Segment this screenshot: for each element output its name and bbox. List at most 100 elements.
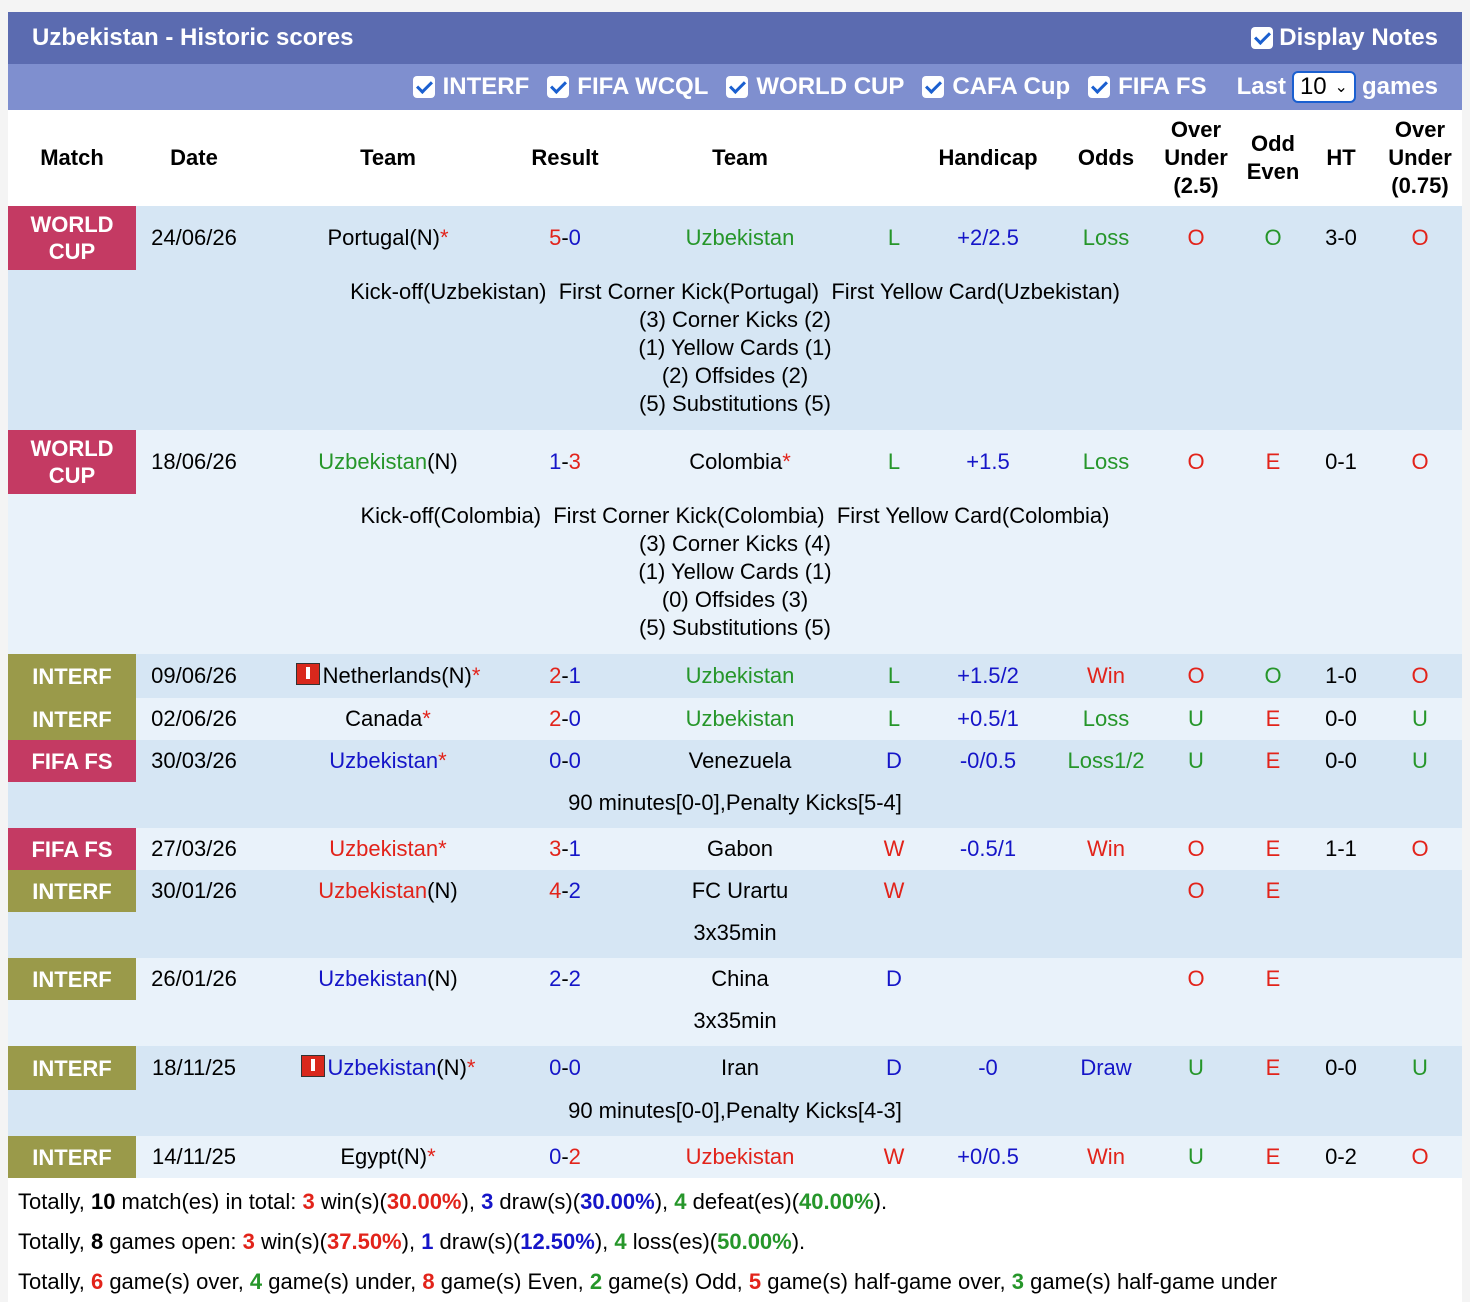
match-result[interactable]: 2-1 bbox=[524, 654, 606, 698]
display-notes-toggle[interactable]: Display Notes bbox=[1251, 24, 1438, 52]
competition-badge[interactable]: WORLD CUP bbox=[8, 430, 136, 494]
half-time: 1-1 bbox=[1304, 828, 1378, 870]
competition-badge[interactable]: INTERF bbox=[8, 1136, 136, 1178]
match-date: 18/11/25 bbox=[136, 1046, 252, 1090]
filter-world-cup[interactable]: WORLD CUP bbox=[726, 73, 904, 101]
odds-result: Loss1/2 bbox=[1062, 740, 1150, 782]
table-row: INTERF 26/01/26 Uzbekistan(N) 2-2 China … bbox=[8, 958, 1462, 1000]
match-note-line: (1) Yellow Cards (1) bbox=[638, 335, 832, 360]
match-result[interactable]: 5-0 bbox=[524, 206, 606, 270]
away-team[interactable]: Uzbekistan bbox=[606, 1136, 874, 1178]
table-row: INTERF 30/01/26 Uzbekistan(N) 4-2 FC Ura… bbox=[8, 870, 1462, 912]
away-team[interactable]: Colombia* bbox=[606, 430, 874, 494]
historic-scores-panel: Uzbekistan - Historic scores Display Not… bbox=[8, 12, 1462, 1302]
away-team[interactable]: Iran bbox=[606, 1046, 874, 1090]
match-note-line: 90 minutes[0-0],Penalty Kicks[4-3] bbox=[568, 1098, 902, 1123]
match-result[interactable]: 4-2 bbox=[524, 870, 606, 912]
away-team[interactable]: Uzbekistan bbox=[606, 654, 874, 698]
match-note-line: 3x35min bbox=[693, 1008, 777, 1033]
filter-label: WORLD CUP bbox=[756, 73, 905, 100]
handicap: +1.5/2 bbox=[914, 654, 1062, 698]
match-result[interactable]: 0-2 bbox=[524, 1136, 606, 1178]
match-notes: 3x35min bbox=[8, 912, 1462, 958]
last-games-select[interactable]: 10 ⌄ bbox=[1291, 71, 1356, 103]
away-team[interactable]: FC Urartu bbox=[606, 870, 874, 912]
match-date: 27/03/26 bbox=[136, 828, 252, 870]
checkbox-icon[interactable] bbox=[547, 76, 570, 98]
away-team[interactable]: Uzbekistan bbox=[606, 698, 874, 740]
odds-result: Draw bbox=[1062, 1046, 1150, 1090]
competition-badge[interactable]: INTERF bbox=[8, 698, 136, 740]
competition-badge[interactable]: INTERF bbox=[8, 870, 136, 912]
filter-cafa-cup[interactable]: CAFA Cup bbox=[922, 73, 1070, 101]
checkbox-icon[interactable] bbox=[922, 76, 945, 98]
summary-matches: Totally, 10 match(es) in total: 3 win(s)… bbox=[18, 1189, 888, 1214]
over-under: O bbox=[1150, 430, 1242, 494]
home-team[interactable]: Uzbekistan(N) bbox=[252, 958, 524, 1000]
over-under: O bbox=[1150, 958, 1242, 1000]
competition-badge[interactable]: INTERF bbox=[8, 654, 136, 698]
match-result[interactable]: 0-0 bbox=[524, 740, 606, 782]
away-team[interactable]: Gabon bbox=[606, 828, 874, 870]
competition-badge[interactable]: WORLD CUP bbox=[8, 206, 136, 270]
odds-result: Loss bbox=[1062, 206, 1150, 270]
scores-table: Match Date Team Result Team Handicap Odd… bbox=[8, 110, 1462, 1178]
col-over-under-ht: Over Under (0.75) bbox=[1378, 110, 1462, 206]
match-notes-row: 90 minutes[0-0],Penalty Kicks[5-4] bbox=[8, 782, 1462, 828]
win-loss: D bbox=[874, 1046, 914, 1090]
match-date: 02/06/26 bbox=[136, 698, 252, 740]
col-handicap: Handicap bbox=[914, 110, 1062, 206]
match-result[interactable]: 2-2 bbox=[524, 958, 606, 1000]
match-note-line: (3) Corner Kicks (4) bbox=[639, 531, 831, 556]
half-time: 1-0 bbox=[1304, 654, 1378, 698]
home-team[interactable]: Egypt(N)* bbox=[252, 1136, 524, 1178]
competition-badge[interactable]: INTERF bbox=[8, 958, 136, 1000]
home-team[interactable]: Uzbekistan(N) bbox=[252, 870, 524, 912]
col-ht: HT bbox=[1304, 110, 1378, 206]
over-under: U bbox=[1150, 1046, 1242, 1090]
match-result[interactable]: 2-0 bbox=[524, 698, 606, 740]
away-team[interactable]: Venezuela bbox=[606, 740, 874, 782]
games-label: games bbox=[1361, 73, 1438, 100]
home-team[interactable]: Uzbekistan* bbox=[252, 740, 524, 782]
handicap bbox=[914, 870, 1062, 912]
filter-bar: INTERF FIFA WCQL WORLD CUP CAFA Cup FIFA… bbox=[8, 64, 1462, 110]
checkbox-icon[interactable] bbox=[1088, 76, 1111, 98]
table-row: INTERF 09/06/26 Netherlands(N)* 2-1 Uzbe… bbox=[8, 654, 1462, 698]
table-row: WORLD CUP 24/06/26 Portugal(N)* 5-0 Uzbek… bbox=[8, 206, 1462, 270]
home-team[interactable]: Canada* bbox=[252, 698, 524, 740]
away-team[interactable]: Uzbekistan bbox=[606, 206, 874, 270]
competition-badge[interactable]: INTERF bbox=[8, 1046, 136, 1090]
checkbox-icon[interactable] bbox=[726, 76, 749, 98]
odd-even: E bbox=[1242, 828, 1304, 870]
filter-fifa-fs[interactable]: FIFA FS bbox=[1088, 73, 1207, 101]
match-notes-row: Kick-off(Uzbekistan) First Corner Kick(P… bbox=[8, 270, 1462, 430]
away-team[interactable]: China bbox=[606, 958, 874, 1000]
competition-badge[interactable]: FIFA FS bbox=[8, 740, 136, 782]
handicap: -0 bbox=[914, 1046, 1062, 1090]
match-result[interactable]: 1-3 bbox=[524, 430, 606, 494]
match-result[interactable]: 3-1 bbox=[524, 828, 606, 870]
chevron-down-icon: ⌄ bbox=[1334, 79, 1348, 96]
home-team[interactable]: Uzbekistan(N) bbox=[252, 430, 524, 494]
half-time bbox=[1304, 870, 1378, 912]
filter-interf[interactable]: INTERF bbox=[412, 73, 529, 101]
home-team[interactable]: Portugal(N)* bbox=[252, 206, 524, 270]
competition-badge[interactable]: FIFA FS bbox=[8, 828, 136, 870]
handicap: +2/2.5 bbox=[914, 206, 1062, 270]
match-note-line: (5) Substitutions (5) bbox=[639, 391, 831, 416]
odds-result: Win bbox=[1062, 828, 1150, 870]
home-team[interactable]: Netherlands(N)* bbox=[252, 654, 524, 698]
match-result[interactable]: 0-0 bbox=[524, 1046, 606, 1090]
checkbox-icon[interactable] bbox=[412, 76, 435, 98]
filter-fifa-wcql[interactable]: FIFA WCQL bbox=[547, 73, 708, 101]
handicap: +0/0.5 bbox=[914, 1136, 1062, 1178]
half-time: 0-0 bbox=[1304, 740, 1378, 782]
display-notes-checkbox[interactable] bbox=[1251, 27, 1274, 49]
home-team[interactable]: Uzbekistan(N)* bbox=[252, 1046, 524, 1090]
summary-over-under: Totally, 6 game(s) over, 4 game(s) under… bbox=[18, 1269, 1278, 1294]
half-time bbox=[1304, 958, 1378, 1000]
table-row: INTERF 14/11/25 Egypt(N)* 0-2 Uzbekistan… bbox=[8, 1136, 1462, 1178]
col-date: Date bbox=[136, 110, 252, 206]
home-team[interactable]: Uzbekistan* bbox=[252, 828, 524, 870]
